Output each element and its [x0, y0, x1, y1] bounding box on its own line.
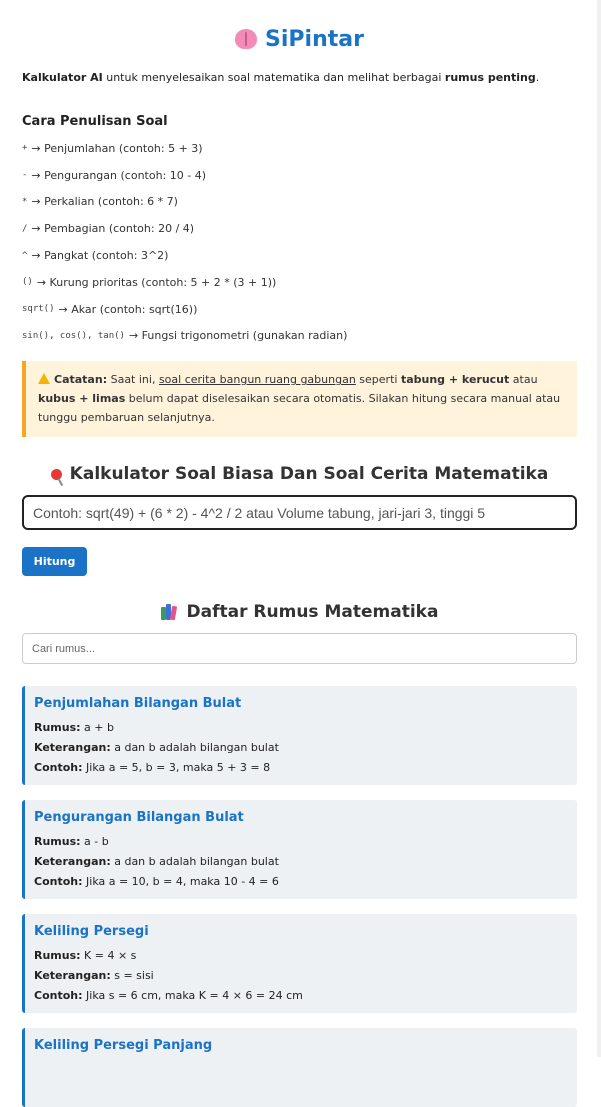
rule-code: ^ [22, 250, 28, 261]
rumus-label: Rumus: [34, 949, 81, 963]
intro-strong-2: rumus penting [444, 71, 536, 84]
formula-rumus: Rumus: K = 4 × s [34, 946, 567, 966]
formula-card: Pengurangan Bilangan Bulat Rumus: a - b … [22, 800, 577, 900]
formula-contoh: Contoh: Jika a = 5, b = 3, maka 5 + 3 = … [34, 758, 567, 778]
formula-list: Penjumlahan Bilangan Bulat Rumus: a + b … [22, 686, 577, 1107]
formula-keterangan: Keterangan: a dan b adalah bilangan bula… [34, 852, 567, 872]
calculator-heading-text: Kalkulator Soal Biasa Dan Soal Cerita Ma… [69, 464, 549, 485]
formula-keterangan: Keterangan: a dan b adalah bilangan bula… [34, 738, 567, 758]
contoh-value: Jika a = 5, b = 3, maka 5 + 3 = 8 [86, 761, 271, 775]
keterangan-label: Keterangan: [34, 969, 111, 983]
rumus-label: Rumus: [34, 721, 81, 735]
formula-card: Penjumlahan Bilangan Bulat Rumus: a + b … [22, 686, 577, 786]
rule-item: () → Kurung prioritas (contoh: 5 + 2 * (3… [22, 269, 577, 296]
contoh-value: Jika s = 6 cm, maka K = 4 × 6 = 24 cm [86, 989, 303, 1003]
note-text-3: atau [509, 373, 538, 387]
rule-desc: → Akar (contoh: sqrt(16)) [58, 302, 198, 316]
rumus-value: a - b [84, 835, 109, 849]
formula-contoh: Contoh: Jika a = 10, b = 4, maka 10 - 4 … [34, 872, 567, 892]
warning-icon [38, 373, 50, 385]
page: SiPintar Kalkulator AI untuk menyelesaik… [0, 0, 601, 1107]
rule-desc: → Fungsi trigonometri (gunakan radian) [128, 329, 348, 343]
rule-desc: → Pembagian (contoh: 20 / 4) [31, 222, 195, 236]
keterangan-value: a dan b adalah bilangan bulat [114, 741, 279, 755]
note-bold-1: tabung + kerucut [400, 373, 510, 387]
formula-title: Keliling Persegi Panjang [34, 1038, 213, 1054]
formulas-heading-text: Daftar Rumus Matematika [186, 602, 439, 623]
rule-code: + [22, 143, 28, 154]
brain-icon [235, 29, 258, 49]
app-title: SiPintar [265, 26, 364, 52]
guide-rules: + → Penjumlahan (contoh: 5 + 3) - → Pengur… [22, 135, 577, 349]
pushpin-icon [48, 466, 64, 482]
keterangan-value: s = sisi [114, 969, 154, 983]
contoh-label: Contoh: [34, 989, 83, 1003]
intro-text: Kalkulator AI untuk menyelesaikan soal m… [22, 70, 577, 86]
rumus-value: K = 4 × s [84, 949, 137, 963]
rule-item: sin(), cos(), tan() → Fungsi trigonometri… [22, 323, 577, 350]
calculator-input[interactable] [22, 495, 577, 531]
formulas-heading: Daftar Rumus Matematika [22, 602, 577, 622]
formula-title: Keliling Persegi [34, 924, 149, 940]
rule-item: - → Pengurangan (contoh: 10 - 4) [22, 162, 577, 189]
formula-keterangan: Keterangan: s = sisi [34, 966, 567, 986]
rule-item: + → Penjumlahan (contoh: 5 + 3) [22, 135, 577, 162]
contoh-label: Contoh: [34, 761, 83, 775]
rule-desc: → Pengurangan (contoh: 10 - 4) [31, 168, 207, 182]
rumus-label: Rumus: [34, 835, 81, 849]
guide-heading: Cara Penulisan Soal [22, 114, 168, 129]
rule-desc: → Penjumlahan (contoh: 5 + 3) [31, 141, 203, 155]
note-link: soal cerita bangun ruang gabungan [158, 373, 356, 387]
rule-item: / → Pembagian (contoh: 20 / 4) [22, 215, 577, 242]
calculator-heading: Kalkulator Soal Biasa Dan Soal Cerita Ma… [22, 464, 577, 484]
book-spine [160, 607, 166, 621]
formula-title: Penjumlahan Bilangan Bulat [34, 696, 242, 712]
books-icon [160, 604, 179, 621]
rule-item: ^ → Pangkat (contoh: 3^2) [22, 242, 577, 269]
app-header: SiPintar [22, 0, 577, 56]
hitung-button[interactable]: Hitung [22, 547, 87, 577]
rule-desc: → Perkalian (contoh: 6 * 7) [31, 195, 178, 209]
note-text-1: Saat ini, [107, 373, 159, 387]
rule-item: sqrt() → Akar (contoh: sqrt(16)) [22, 296, 577, 323]
rule-code: / [22, 223, 28, 234]
rule-code: sin(), cos(), tan() [22, 330, 125, 341]
note-bold-2: kubus + limas [38, 392, 126, 406]
keterangan-label: Keterangan: [34, 855, 111, 869]
formula-card: Keliling Persegi Rumus: K = 4 × s Ketera… [22, 914, 577, 1014]
keterangan-value: a dan b adalah bilangan bulat [114, 855, 279, 869]
rule-code: () [22, 277, 33, 288]
formula-search-input[interactable] [22, 633, 577, 665]
rumus-value: a + b [84, 721, 114, 735]
keterangan-label: Keterangan: [34, 741, 111, 755]
note-label: Catatan: [54, 373, 108, 387]
formula-title: Pengurangan Bilangan Bulat [34, 810, 244, 826]
intro-text-2: . [535, 71, 540, 84]
note-text-2: seperti [355, 373, 401, 387]
formula-rumus: Rumus: a + b [34, 718, 567, 738]
rule-item: * → Perkalian (contoh: 6 * 7) [22, 189, 577, 216]
contoh-label: Contoh: [34, 875, 83, 889]
intro-strong-1: Kalkulator AI [22, 71, 103, 84]
rule-code: sqrt() [22, 304, 55, 315]
rule-code: * [22, 196, 28, 207]
warning-note: Catatan: Saat ini, soal cerita bangun ru… [22, 361, 577, 438]
formula-rumus: Rumus: a - b [34, 832, 567, 852]
rule-desc: → Pangkat (contoh: 3^2) [31, 249, 169, 263]
rule-code: - [22, 170, 28, 181]
intro-text-1: untuk menyelesaikan soal matematika dan … [102, 71, 445, 84]
rule-desc: → Kurung prioritas (contoh: 5 + 2 * (3 +… [36, 275, 277, 289]
contoh-value: Jika a = 10, b = 4, maka 10 - 4 = 6 [86, 875, 279, 889]
formula-card: Keliling Persegi Panjang [22, 1028, 577, 1107]
formula-contoh: Contoh: Jika s = 6 cm, maka K = 4 × 6 = … [34, 986, 567, 1006]
